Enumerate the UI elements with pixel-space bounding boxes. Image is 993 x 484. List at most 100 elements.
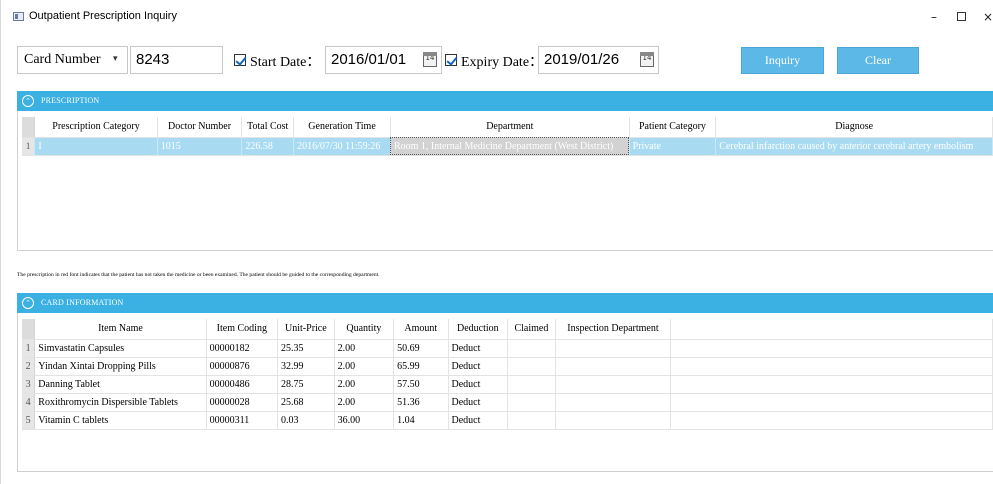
- amount-cell[interactable]: 57.50: [393, 375, 449, 394]
- claimed-cell[interactable]: [507, 357, 556, 376]
- item-name-cell[interactable]: Yindan Xintai Dropping Pills: [34, 357, 207, 376]
- amount-cell[interactable]: 65.99: [393, 357, 449, 376]
- column-header[interactable]: Item Name: [34, 319, 207, 340]
- inspection-department-cell[interactable]: [555, 375, 672, 394]
- clear-button[interactable]: Clear: [837, 47, 919, 74]
- deduction-cell[interactable]: Deduct: [448, 411, 509, 430]
- amount-cell[interactable]: 50.69: [393, 339, 449, 358]
- claimed-cell[interactable]: [507, 393, 556, 412]
- start-date-value: 2016/01/01: [331, 51, 407, 68]
- calendar-icon[interactable]: 14: [640, 52, 654, 67]
- total-cost-cell[interactable]: 226.58: [241, 137, 295, 156]
- expiry-date-picker[interactable]: 2019/01/26 14: [538, 46, 659, 74]
- inspection-department-cell[interactable]: [555, 393, 672, 412]
- item-name-cell[interactable]: Danning Tablet: [34, 375, 207, 394]
- quantity-cell[interactable]: 2.00: [334, 393, 395, 412]
- row-index: 2: [22, 357, 36, 376]
- unit-price-cell[interactable]: 32.99: [277, 357, 335, 376]
- item-name-cell[interactable]: Simvastatin Capsules: [34, 339, 207, 358]
- column-header[interactable]: Generation Time: [293, 117, 391, 138]
- item-coding-cell[interactable]: 00000182: [206, 339, 279, 358]
- filler-cell: [670, 375, 993, 394]
- card-number-input[interactable]: 8243: [130, 46, 223, 74]
- inspection-department-cell[interactable]: [555, 411, 672, 430]
- calendar-icon[interactable]: 14: [423, 52, 437, 67]
- department-cell[interactable]: Room 1, Internal Medicine Department (We…: [390, 137, 630, 156]
- prescription-panel-header[interactable]: ⌃ PRESCRIPTION: [17, 91, 993, 111]
- inspection-department-cell[interactable]: [555, 357, 672, 376]
- column-header[interactable]: Patient Category: [629, 117, 717, 138]
- deduction-cell[interactable]: Deduct: [448, 393, 509, 412]
- row-index: 1: [22, 339, 36, 358]
- column-header[interactable]: Diagnose: [715, 117, 993, 138]
- column-header[interactable]: Inspection Department: [555, 319, 672, 340]
- card-panel-header[interactable]: ⌃ CARD INFORMATION: [17, 293, 993, 313]
- inspection-department-cell[interactable]: [555, 339, 672, 358]
- inquiry-button[interactable]: Inquiry: [741, 47, 824, 74]
- claimed-cell[interactable]: [507, 375, 556, 394]
- table-row[interactable]: 4 Roxithromycin Dispersible Tablets 000000…: [22, 393, 993, 412]
- item-coding-cell[interactable]: 00000028: [206, 393, 279, 412]
- collapse-icon[interactable]: ⌃: [22, 95, 34, 107]
- column-header[interactable]: Prescription Category: [34, 117, 158, 138]
- table-row[interactable]: 1 Simvastatin Capsules 00000182 25.35 2.00 50…: [22, 339, 993, 358]
- amount-cell[interactable]: 1.04: [393, 411, 449, 430]
- quantity-cell[interactable]: 2.00: [334, 375, 395, 394]
- column-header[interactable]: Total Cost: [241, 117, 295, 138]
- quantity-cell[interactable]: 2.00: [334, 357, 395, 376]
- item-coding-cell[interactable]: 00000486: [206, 375, 279, 394]
- close-button[interactable]: ×: [973, 6, 993, 28]
- title-bar: Outpatient Prescription Inquiry – ×: [1, 0, 993, 30]
- column-header[interactable]: Department: [390, 117, 630, 138]
- claimed-cell[interactable]: [507, 411, 556, 430]
- column-header[interactable]: Claimed: [507, 319, 556, 340]
- card-panel-title: CARD INFORMATION: [41, 298, 124, 307]
- item-name-cell[interactable]: Vitamin C tablets: [34, 411, 207, 430]
- prescription-panel-title: PRESCRIPTION: [41, 96, 100, 105]
- table-row[interactable]: 1 I 1015 226.58 2016/07/30 11:59:26 Room…: [22, 137, 993, 156]
- column-header[interactable]: Doctor Number: [157, 117, 243, 138]
- item-name-cell[interactable]: Roxithromycin Dispersible Tablets: [34, 393, 207, 412]
- table-row[interactable]: 5 Vitamin C tablets 00000311 0.03 36.00 1.04 D…: [22, 411, 993, 430]
- table-row[interactable]: 3 Danning Tablet 00000486 28.75 2.00 57.50 Ded…: [22, 375, 993, 394]
- expiry-date-checkbox[interactable]: [445, 54, 457, 66]
- filler-cell: [670, 411, 993, 430]
- unit-price-cell[interactable]: 28.75: [277, 375, 335, 394]
- deduction-cell[interactable]: Deduct: [448, 375, 509, 394]
- deduction-cell[interactable]: Deduct: [448, 357, 509, 376]
- start-date-picker[interactable]: 2016/01/01 14: [325, 46, 442, 74]
- deduction-cell[interactable]: Deduct: [448, 339, 509, 358]
- item-coding-cell[interactable]: 00000876: [206, 357, 279, 376]
- expiry-date-label: Expiry Date：: [461, 55, 544, 70]
- quantity-cell[interactable]: 2.00: [334, 339, 395, 358]
- search-field-select[interactable]: Card Number ▾: [17, 46, 128, 74]
- table-row[interactable]: 2 Yindan Xintai Dropping Pills 00000876 32.…: [22, 357, 993, 376]
- generation-time-cell[interactable]: 2016/07/30 11:59:26: [293, 137, 391, 156]
- amount-cell[interactable]: 51.36: [393, 393, 449, 412]
- column-header[interactable]: Unit-Price: [277, 319, 335, 340]
- row-index: 4: [22, 393, 36, 412]
- unit-price-cell[interactable]: 25.35: [277, 339, 335, 358]
- quantity-cell[interactable]: 36.00: [334, 411, 395, 430]
- column-header[interactable]: Amount: [393, 319, 449, 340]
- minimize-button[interactable]: –: [919, 6, 949, 28]
- item-coding-cell[interactable]: 00000311: [206, 411, 279, 430]
- claimed-cell[interactable]: [507, 339, 556, 358]
- collapse-icon[interactable]: ⌃: [22, 297, 34, 309]
- prescription-note: The prescription in red font indicates t…: [17, 272, 380, 278]
- diagnose-cell[interactable]: Cerebral infarction caused by anterior c…: [715, 137, 993, 156]
- row-header-corner: [22, 117, 36, 138]
- unit-price-cell[interactable]: 0.03: [277, 411, 335, 430]
- unit-price-cell[interactable]: 25.68: [277, 393, 335, 412]
- filler-cell: [670, 357, 993, 376]
- prescription-category-cell[interactable]: I: [34, 137, 158, 156]
- column-header[interactable]: Deduction: [448, 319, 509, 340]
- column-header[interactable]: Quantity: [334, 319, 395, 340]
- maximize-icon: [956, 12, 966, 21]
- start-date-checkbox[interactable]: [234, 54, 246, 66]
- doctor-number-cell[interactable]: 1015: [157, 137, 243, 156]
- column-header[interactable]: Item Coding: [206, 319, 279, 340]
- maximize-button[interactable]: [946, 6, 976, 28]
- card-grid: Item Name Item Coding Unit-Price Quantit…: [17, 313, 993, 472]
- patient-category-cell[interactable]: Private: [629, 137, 717, 156]
